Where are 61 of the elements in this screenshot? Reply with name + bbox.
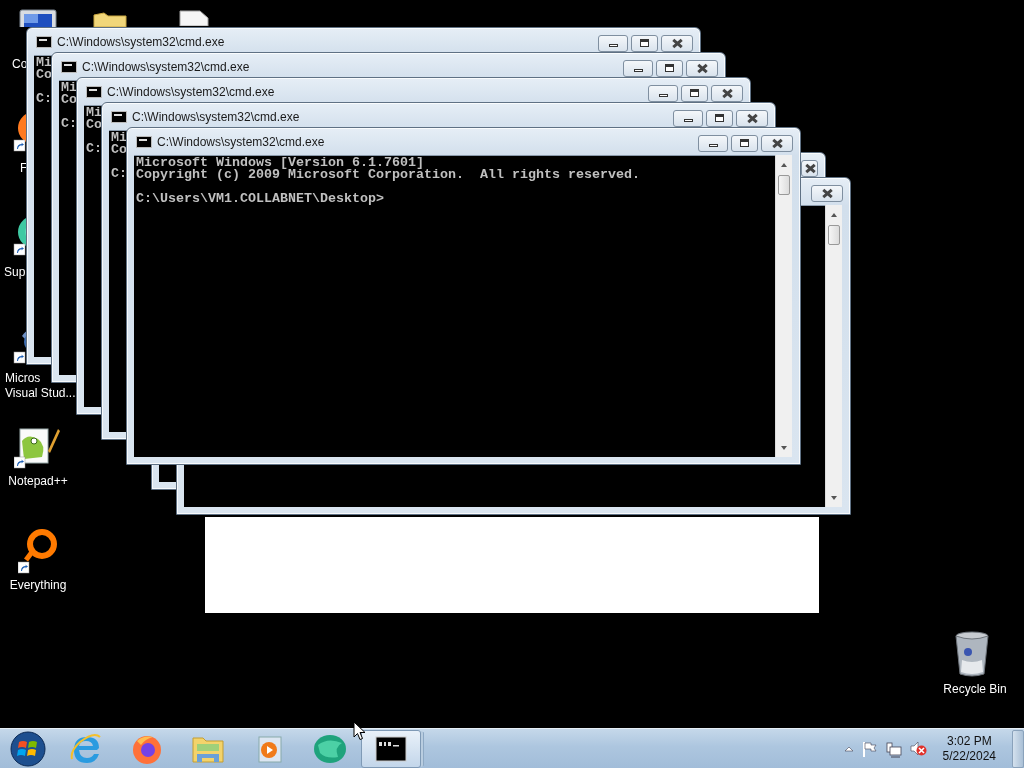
window-title: C:\Windows\system32\cmd.exe [132, 109, 300, 124]
console-line: C: [111, 168, 127, 180]
computer-icon[interactable] [16, 8, 60, 27]
maximize-button[interactable] [631, 35, 658, 52]
icon-label: Notepad++ [7, 474, 69, 489]
globe-icon [312, 732, 348, 765]
flag-icon[interactable] [860, 739, 879, 758]
network-icon[interactable] [884, 739, 903, 758]
close-button[interactable] [711, 85, 743, 102]
icon-label: Recycle Bin [942, 682, 1008, 697]
speaker-icon[interactable] [908, 739, 929, 758]
close-button[interactable] [801, 160, 818, 177]
console-icon [86, 85, 102, 98]
notepad-icon[interactable] [14, 425, 60, 471]
console-icon [36, 35, 52, 48]
console-line: Co [61, 94, 77, 106]
window-title: C:\Windows\system32\cmd.exe [57, 34, 225, 49]
close-button[interactable] [761, 135, 793, 152]
recycle-bin-icon[interactable] [952, 630, 992, 678]
taskbar-button[interactable] [361, 729, 421, 768]
maximize-button[interactable] [656, 60, 683, 77]
console-line: Microsoft Windows [Version 6.1.7601] [136, 157, 424, 169]
console-line: Co [36, 69, 52, 81]
console-line: Copyright (c) 2009 Microsoft Corporation. All rights reserved. [136, 169, 640, 181]
console-line: Mi [86, 107, 102, 119]
clock[interactable]: 3:02 PM 5/22/2024 [934, 733, 1004, 764]
scrollbar[interactable] [775, 155, 792, 457]
console-line: Mi [111, 132, 127, 144]
icon-label: Everything [8, 578, 68, 593]
console-line: C:\Users\VM1.COLLABNET\Desktop> [136, 193, 384, 205]
minimize-button[interactable] [673, 110, 703, 127]
close-button[interactable] [661, 35, 693, 52]
everything-icon[interactable] [18, 528, 60, 574]
window-title: C:\Windows\system32\cmd.exe [82, 59, 250, 74]
console-icon [111, 110, 127, 123]
console-line: Mi [61, 82, 77, 94]
console-line: Co [111, 144, 127, 156]
console-line: C: [61, 118, 77, 130]
ie-icon [70, 732, 102, 765]
maximize-button[interactable] [731, 135, 758, 152]
maximize-button[interactable] [681, 85, 708, 102]
minimize-button[interactable] [623, 60, 653, 77]
console-icon [375, 735, 407, 762]
icon-label: Micros Visual Stud... [5, 371, 76, 401]
window-title: C:\Windows\system32\cmd.exe [157, 134, 325, 149]
scrollbar[interactable] [825, 205, 842, 507]
window-title: C:\Windows\system32\cmd.exe [107, 84, 275, 99]
minimize-button[interactable] [648, 85, 678, 102]
maximize-button[interactable] [706, 110, 733, 127]
close-button[interactable] [686, 60, 718, 77]
minimize-button[interactable] [698, 135, 728, 152]
console-icon [136, 135, 152, 148]
console-line: C: [86, 143, 102, 155]
console-line: Mi [36, 57, 52, 69]
console-line: C: [36, 93, 52, 105]
console-line: Co [86, 119, 102, 131]
icon-label: Sup [4, 265, 26, 280]
close-button[interactable] [811, 185, 843, 202]
console-icon [61, 60, 77, 73]
close-button[interactable] [736, 110, 768, 127]
minimize-button[interactable] [598, 35, 628, 52]
